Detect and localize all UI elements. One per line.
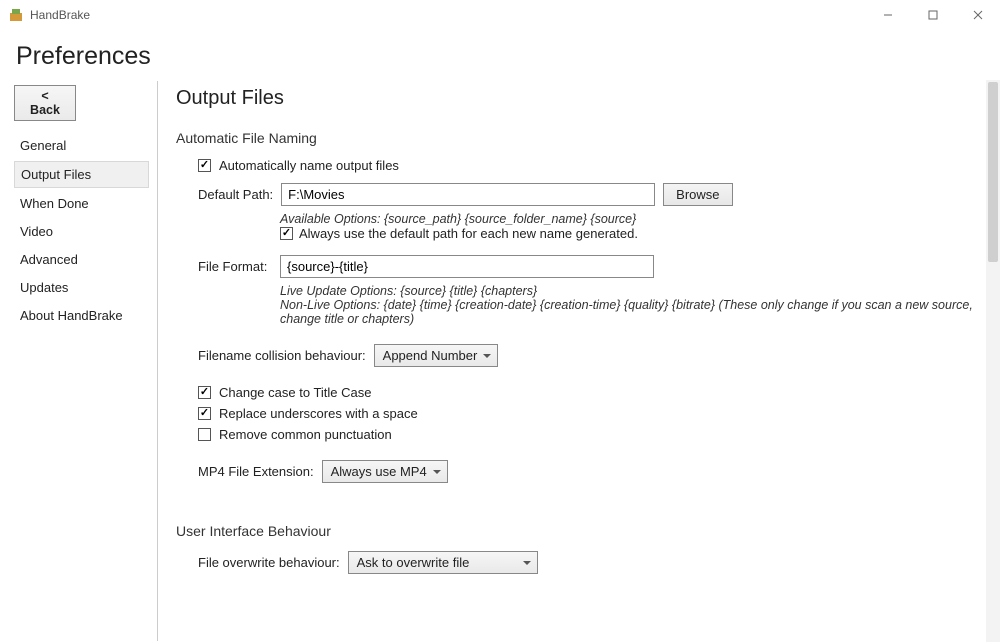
sidebar-item-advanced[interactable]: Advanced — [14, 247, 149, 272]
file-format-input[interactable] — [280, 255, 654, 278]
file-format-label: File Format: — [198, 259, 272, 274]
minimize-button[interactable] — [865, 0, 910, 30]
always-default-checkbox[interactable] — [280, 227, 293, 240]
scrollbar-thumb[interactable] — [988, 82, 998, 262]
sidebar-item-video[interactable]: Video — [14, 219, 149, 244]
window-controls — [865, 0, 1000, 30]
titlecase-checkbox[interactable] — [198, 386, 211, 399]
sidebar-item-general[interactable]: General — [14, 133, 149, 158]
always-default-label: Always use the default path for each new… — [299, 226, 638, 241]
punct-label: Remove common punctuation — [219, 427, 392, 442]
titlecase-label: Change case to Title Case — [219, 385, 371, 400]
punct-checkbox[interactable] — [198, 428, 211, 441]
underscore-label: Replace underscores with a space — [219, 406, 418, 421]
default-path-input[interactable] — [281, 183, 655, 206]
auto-name-checkbox[interactable] — [198, 159, 211, 172]
section-ui-title: User Interface Behaviour — [176, 523, 990, 539]
close-button[interactable] — [955, 0, 1000, 30]
maximize-button[interactable] — [910, 0, 955, 30]
overwrite-dropdown[interactable]: Ask to overwrite file — [348, 551, 538, 574]
mp4-label: MP4 File Extension: — [198, 464, 314, 479]
overwrite-label: File overwrite behaviour: — [198, 555, 340, 570]
sidebar-item-about[interactable]: About HandBrake — [14, 303, 149, 328]
collision-dropdown[interactable]: Append Number — [374, 344, 499, 367]
page-title: Output Files — [176, 87, 990, 110]
sidebar-item-output-files[interactable]: Output Files — [14, 161, 149, 188]
file-format-hint1: Live Update Options: {source} {title} {c… — [280, 284, 990, 298]
window-title: HandBrake — [30, 8, 90, 22]
mp4-dropdown[interactable]: Always use MP4 — [322, 460, 448, 483]
back-button[interactable]: < Back — [14, 85, 76, 121]
underscore-checkbox[interactable] — [198, 407, 211, 420]
sidebar: < Back General Output Files When Done Vi… — [0, 81, 158, 641]
titlebar: HandBrake — [0, 0, 1000, 30]
auto-name-label: Automatically name output files — [219, 158, 399, 173]
collision-label: Filename collision behaviour: — [198, 348, 366, 363]
browse-button[interactable]: Browse — [663, 183, 732, 206]
sidebar-item-when-done[interactable]: When Done — [14, 191, 149, 216]
main-panel: Output Files Automatic File Naming Autom… — [158, 81, 1000, 641]
page-header: Preferences — [0, 30, 1000, 81]
default-path-label: Default Path: — [198, 187, 273, 202]
file-format-hint2: Non-Live Options: {date} {time} {creatio… — [280, 298, 990, 326]
app-icon — [8, 7, 24, 23]
sidebar-item-updates[interactable]: Updates — [14, 275, 149, 300]
default-path-hint: Available Options: {source_path} {source… — [280, 212, 990, 226]
section-auto-title: Automatic File Naming — [176, 130, 990, 146]
